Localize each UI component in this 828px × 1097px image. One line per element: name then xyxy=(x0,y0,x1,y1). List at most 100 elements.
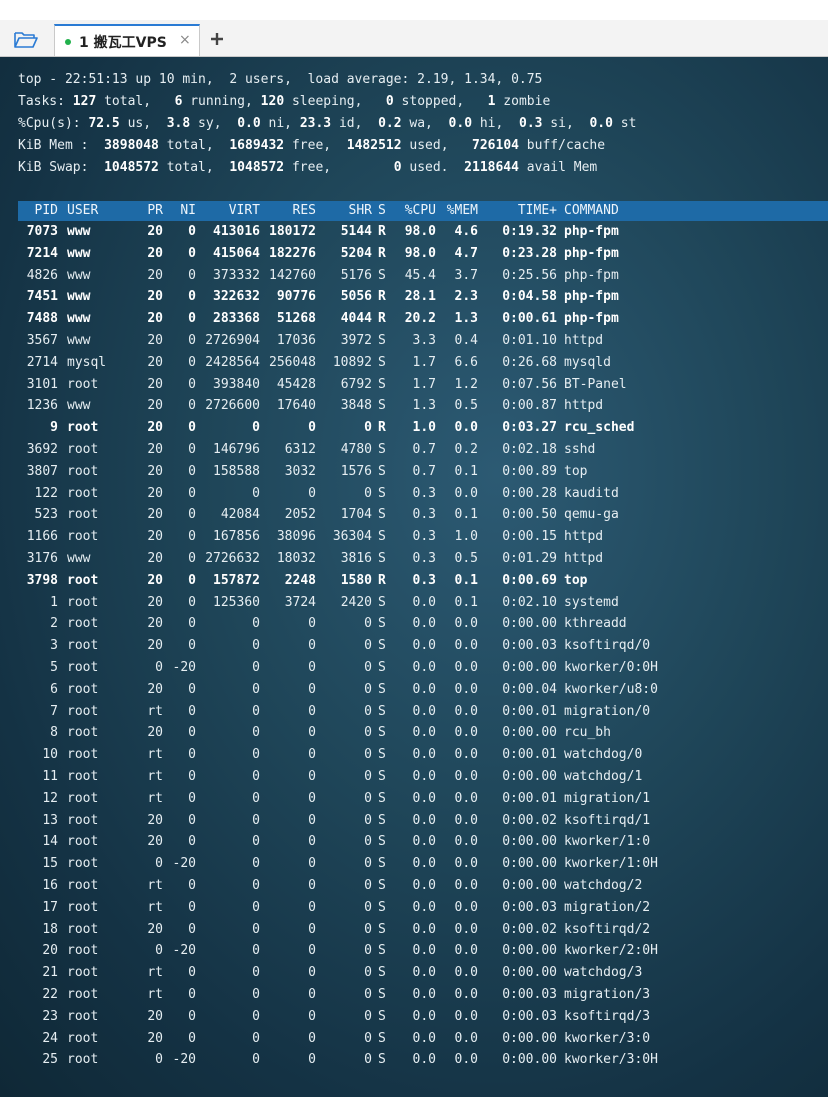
pid-cell: 122 xyxy=(34,485,58,501)
command-cell: migration/3 xyxy=(564,987,651,1002)
cpu-cell: 0.0 xyxy=(412,747,436,763)
time-cell: 0:00.03 xyxy=(502,638,557,654)
ni-cell: 0 xyxy=(188,420,196,436)
pr-cell: 20 xyxy=(147,463,163,479)
res-cell: 0 xyxy=(308,660,316,675)
cpu-cell: 0.0 xyxy=(412,703,436,719)
pr-cell: 20 xyxy=(147,289,163,305)
header-command: COMMAND xyxy=(564,203,619,218)
state-cell: S xyxy=(378,987,386,1002)
res-cell: 0 xyxy=(308,943,316,959)
summary-segment: 3898048 xyxy=(104,138,159,153)
state-cell: R xyxy=(378,311,386,327)
state-cell: S xyxy=(378,1030,386,1046)
user-cell: root xyxy=(67,681,99,697)
pr-cell: 0 xyxy=(155,856,163,872)
cpu-cell: 0.0 xyxy=(412,1030,436,1046)
pr-cell: 20 xyxy=(147,616,163,632)
summary-segment: 127 xyxy=(72,94,97,109)
pr-cell: 20 xyxy=(147,529,163,545)
cpu-cell: 1.0 xyxy=(412,420,436,436)
terminal-output[interactable]: top - 22:51:13 up 10 min, 2 users, load … xyxy=(0,57,828,1097)
shr-cell: 4044 xyxy=(340,311,372,327)
time-cell: 0:00.03 xyxy=(502,899,557,915)
state-cell: S xyxy=(378,1052,386,1068)
command-cell: kworker/0:0H xyxy=(564,660,658,675)
pr-cell: 20 xyxy=(147,551,163,566)
pr-cell: rt xyxy=(147,769,163,784)
table-row: 4826 www 20 0 373332 142760 5176 S 45.4 3.7 0:25.5… xyxy=(0,266,828,286)
cpu-cell: 0.0 xyxy=(412,1052,436,1068)
pr-cell: rt xyxy=(147,747,163,763)
command-cell: httpd xyxy=(564,333,604,348)
table-row: 523 root 20 0 42084 2052 1704 S 0.3 0.1 0:00.50 qem… xyxy=(0,505,828,525)
mem-cell: 1.0 xyxy=(454,529,478,545)
summary-segment: 23.3 xyxy=(299,116,332,131)
shr-cell: 0 xyxy=(364,921,372,937)
virt-cell: 0 xyxy=(252,485,260,501)
virt-cell: 0 xyxy=(252,899,260,915)
pr-cell: 20 xyxy=(147,442,163,457)
shr-cell: 0 xyxy=(364,1052,372,1068)
command-cell: kthreadd xyxy=(564,616,627,632)
session-tab[interactable]: 1 搬瓦工VPS × xyxy=(54,24,200,56)
ni-cell: 0 xyxy=(188,485,196,501)
shr-cell: 0 xyxy=(364,420,372,436)
time-cell: 0:00.03 xyxy=(502,1008,557,1024)
pid-cell: 1236 xyxy=(26,398,58,414)
ni-cell: 0 xyxy=(188,442,196,457)
mem-cell: 2.3 xyxy=(454,289,478,305)
header-time: TIME+ xyxy=(517,203,557,218)
state-cell: S xyxy=(378,616,386,632)
mem-cell: 0.0 xyxy=(454,943,478,959)
command-cell: rcu_sched xyxy=(564,420,635,436)
pr-cell: 20 xyxy=(147,267,163,283)
user-cell: root xyxy=(67,921,99,937)
cpu-cell: 0.0 xyxy=(412,899,436,915)
open-folder-button[interactable] xyxy=(10,27,42,53)
mem-cell: 0.0 xyxy=(454,1008,478,1024)
uptime-line: top - 22:51:13 up 10 min, 2 users, load … xyxy=(18,72,542,87)
pid-cell: 21 xyxy=(42,965,58,981)
mem-cell: 0.2 xyxy=(454,442,478,457)
state-cell: S xyxy=(378,1008,386,1024)
summary-segment: KiB Swap: xyxy=(18,160,105,175)
command-cell: kauditd xyxy=(564,485,619,501)
user-cell: root xyxy=(67,485,99,501)
res-cell: 0 xyxy=(308,681,316,697)
shr-cell: 0 xyxy=(364,769,372,784)
user-cell: root xyxy=(67,703,99,719)
pid-cell: 11 xyxy=(42,769,58,784)
shr-cell: 5056 xyxy=(340,289,372,305)
virt-cell: 393840 xyxy=(213,376,260,392)
command-cell: rcu_bh xyxy=(564,725,611,741)
pid-cell: 3567 xyxy=(26,333,58,348)
res-cell: 0 xyxy=(308,420,316,436)
cpu-cell: 98.0 xyxy=(404,224,436,239)
res-cell: 0 xyxy=(308,1030,316,1046)
cpu-cell: 0.0 xyxy=(412,638,436,654)
command-cell: php-fpm xyxy=(564,267,619,283)
cpu-line: %Cpu(s): 72.5 us, 3.8 sy, 0.0 ni, 23.3 i… xyxy=(18,116,636,131)
shr-cell: 36304 xyxy=(332,529,372,545)
command-cell: ksoftirqd/2 xyxy=(564,921,651,937)
res-cell: 142760 xyxy=(269,267,316,283)
table-row: 1 root 20 0 125360 3724 2420 S 0.0 0.1 0:02.10 syst… xyxy=(0,593,828,613)
res-cell: 51268 xyxy=(276,311,316,327)
virt-cell: 2428564 xyxy=(205,354,260,370)
shr-cell: 0 xyxy=(364,681,372,697)
shr-cell: 0 xyxy=(364,987,372,1002)
summary-segment: 1689432 xyxy=(229,138,285,153)
header-pid: PID xyxy=(34,203,58,218)
command-cell: watchdog/0 xyxy=(564,747,643,763)
cpu-cell: 1.7 xyxy=(412,376,436,392)
cpu-cell: 0.0 xyxy=(412,790,436,806)
virt-cell: 157872 xyxy=(213,572,260,588)
pr-cell: 20 xyxy=(147,1008,163,1024)
summary-segment: total, xyxy=(158,138,230,153)
virt-cell: 0 xyxy=(252,878,260,893)
new-tab-button[interactable] xyxy=(208,29,226,49)
virt-cell: 0 xyxy=(252,943,260,959)
user-cell: root xyxy=(67,725,99,741)
close-tab-icon[interactable]: × xyxy=(179,32,191,48)
